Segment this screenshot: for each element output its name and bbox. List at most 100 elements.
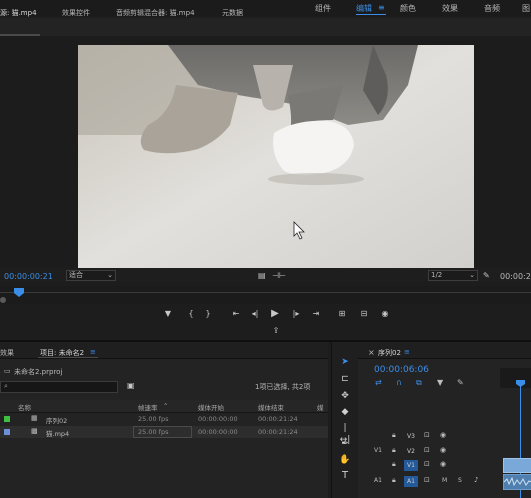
item-media-end: 00:00:21:24 [258,415,298,423]
column-media-end[interactable]: 媒体结束 [258,402,284,412]
add-marker-icon[interactable]: ▼ [163,309,173,319]
export-frame-icon[interactable]: ◉ [380,309,390,319]
project-tab-underline [38,357,98,358]
workspace-color[interactable]: 颜色 [400,3,416,14]
add-marker-icon[interactable]: ▼ [437,378,443,387]
lock-icon[interactable]: 🔒︎ [392,431,396,440]
column-media-extra[interactable]: 媒 [317,402,324,412]
workspace-editing[interactable]: 编辑 [356,3,372,14]
track-header-a1: A1 🔒︎ A1 ⊡ M S ♪ [358,475,501,488]
track-label-v1[interactable]: V1 [404,460,418,471]
lock-icon[interactable]: 🔒︎ [392,446,396,455]
time-ruler[interactable] [0,286,531,304]
tab-audio-clip-mixer[interactable]: 音频剪辑混合器: 猫.mp4 [116,8,195,18]
track-label-v3[interactable]: V3 [404,431,418,442]
track-label-a1[interactable]: A1 [404,476,418,487]
source-end-timecode: 00:00:2 [500,272,531,281]
playback-resolution-select[interactable]: 1/2 ⌄ [428,270,478,281]
close-icon[interactable]: × [368,348,375,357]
wrench-icon[interactable]: ✎ [483,271,490,280]
tab-sequence[interactable]: 序列02 [378,348,401,358]
video-clip[interactable] [503,458,531,473]
zoom-handle[interactable] [0,297,6,303]
column-frame-rate[interactable]: 帧速率 [138,402,158,412]
step-forward-icon[interactable]: |▸ [291,309,301,319]
item-media-start: 00:00:00:00 [198,428,238,436]
fit-zoom-select[interactable]: 适合 ⌄ [66,270,116,281]
audio-clip[interactable] [503,474,531,490]
timeline-timecode[interactable]: 00:00:06:06 [374,365,429,375]
tab-effects[interactable]: 效果 [0,348,14,358]
sort-ascending-icon[interactable]: ⌃ [163,402,168,410]
go-to-out-icon[interactable]: ⇥ [311,309,321,319]
source-patch-a1[interactable]: A1 [374,477,382,484]
project-file-name: 未命名2.prproj [14,368,63,376]
mark-out-icon[interactable]: } [203,309,213,319]
track-label-v2[interactable]: V2 [404,446,418,457]
time-ruler-track [0,292,531,293]
item-media-end: 00:00:21:24 [258,428,298,436]
slip-tool-icon[interactable]: |↔| [339,422,351,445]
eye-icon[interactable]: ◉ [440,431,446,439]
timeline-settings-icon[interactable]: ✎ [457,378,464,387]
item-name: 猫.mp4 [46,430,70,438]
microphone-icon[interactable]: ♪ [474,476,478,484]
insert-sequence-icon[interactable]: ⇄ [375,378,382,387]
workspace-graphics[interactable]: 图 [522,3,530,14]
mark-in-icon[interactable]: { [186,309,196,319]
drag-video-icon[interactable]: ⊣⊢ [272,271,286,280]
step-back-icon[interactable]: ◂| [250,309,260,319]
source-monitor-tabs [0,18,531,37]
source-patch-v1[interactable]: V1 [374,447,382,454]
track-select-tool-icon[interactable]: ⊏ [339,373,351,385]
source-timecode[interactable]: 00:00:00:21 [4,272,53,281]
type-tool-icon[interactable]: T [339,470,351,482]
playhead-marker-icon[interactable] [14,288,24,297]
go-to-in-icon[interactable]: ⇤ [231,309,241,319]
razor-tool-icon[interactable]: ◆ [339,406,351,418]
insert-icon[interactable]: ⊞ [337,309,347,319]
tab-metadata[interactable]: 元数据 [222,8,243,18]
sync-lock-icon[interactable]: ⊡ [424,431,430,439]
hand-tool-icon[interactable]: ✋ [339,454,351,466]
overwrite-icon[interactable]: ⊟ [359,309,369,319]
sequence-icon: ▦ [31,414,38,422]
fit-zoom-value: 适合 [69,271,83,279]
tab-effect-controls[interactable]: 效果控件 [62,8,90,18]
column-name[interactable]: 名称 [18,402,31,412]
play-icon[interactable]: ▶ [270,309,280,319]
eye-icon[interactable]: ◉ [440,460,446,468]
video-frame[interactable] [78,45,474,268]
column-media-start[interactable]: 媒体开始 [198,402,224,412]
sync-lock-icon[interactable]: ⊡ [424,446,430,454]
workspace-assembly[interactable]: 组件 [315,3,331,14]
sync-lock-icon[interactable]: ⊡ [424,476,430,484]
item-frame-rate: 25.00 fps [138,428,169,436]
workspace-editing-menu-icon[interactable]: ≡ [378,3,385,12]
project-search-input[interactable]: ⌕ [0,381,118,393]
table-row[interactable]: ▩ 猫.mp4 25.00 fps 00:00:00:00 00:00:21:2… [0,426,328,438]
linked-selection-icon[interactable]: ⧉ [416,378,422,388]
solo-button[interactable]: S [458,477,462,484]
lock-icon[interactable]: 🔒︎ [392,476,396,485]
mute-button[interactable]: M [442,477,447,484]
new-bin-icon[interactable]: ▣ [127,381,135,390]
snap-icon[interactable]: ∩ [396,378,402,387]
workspace-audio[interactable]: 音频 [484,3,500,14]
eye-icon[interactable]: ◉ [440,446,446,454]
timeline-menu-icon[interactable]: ≡ [404,348,410,356]
table-row[interactable]: ▦ 序列02 25.00 fps 00:00:00:00 00:00:21:24 [0,413,328,425]
ripple-edit-tool-icon[interactable]: ✥ [339,390,351,402]
lock-icon[interactable]: 🔒︎ [392,460,396,469]
track-header-v2: V1 🔒︎ V2 ⊡ ◉ [358,445,501,458]
playback-resolution-value: 1/2 [431,271,443,279]
project-menu-icon[interactable]: ≡ [90,348,96,356]
label-color-swatch [4,429,10,435]
selection-tool-icon[interactable]: ➤ [339,356,351,368]
workspace-effects[interactable]: 效果 [442,3,458,14]
sync-lock-icon[interactable]: ⊡ [424,460,430,468]
share-icon[interactable]: ⇪ [271,326,281,336]
tab-source[interactable]: 源: 猫.mp4 [0,8,37,18]
pen-tool-icon[interactable]: ✒ [339,438,351,450]
mark-in-clip-icon[interactable]: ▤ [258,271,266,280]
